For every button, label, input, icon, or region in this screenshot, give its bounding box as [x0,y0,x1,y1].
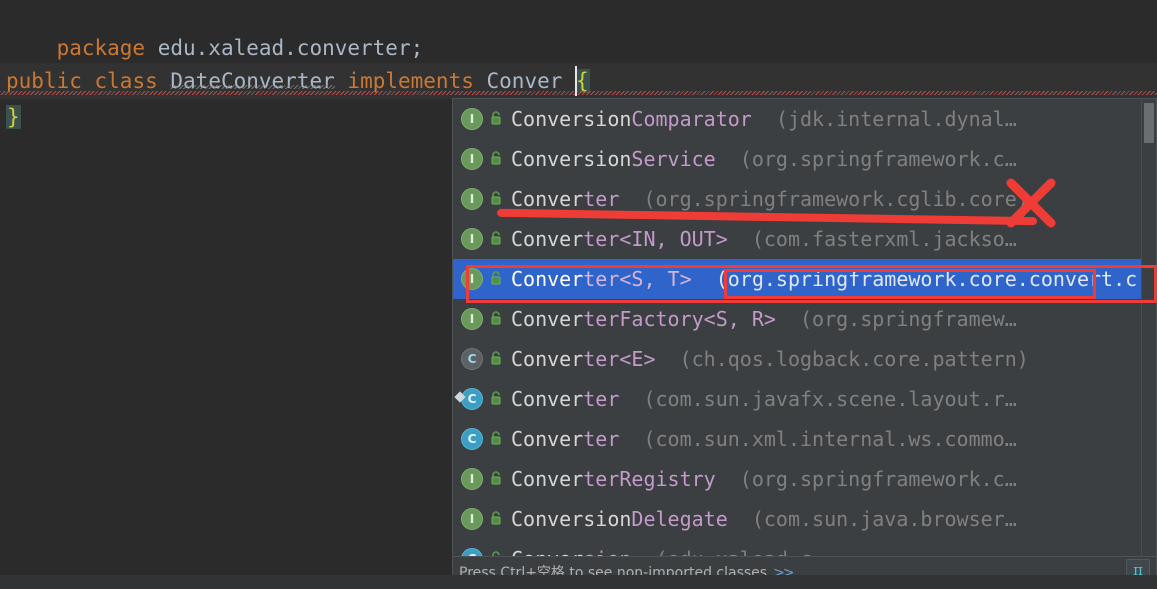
access-lock-icon [489,511,503,526]
keyword-class: class [94,69,158,93]
interface-icon: I [461,107,483,130]
class-name-dateconverter: DateConverter [170,69,335,93]
completion-item-matched-prefix: Conversion [511,147,632,171]
class-icon: C [461,547,483,556]
completion-item-name: ter [583,187,620,211]
close-brace: } [6,105,21,129]
completion-item-name: ter<E> [583,347,656,371]
completion-item[interactable]: I Converter<S, T> (org.springframework.co… [453,259,1156,299]
access-lock-icon [489,471,503,486]
completion-item-name: sion [583,547,631,556]
code-completion-popup[interactable]: I ConversionComparator (jdk.internal.dyna… [452,98,1157,589]
completion-item-package: (org.springframework.core.convert.c [715,267,1138,291]
completion-item[interactable]: I ConversionDelegate (com.sun.java.browse… [453,499,1156,539]
completion-item-matched-prefix: Conver [511,187,584,211]
keyword-public: public [6,69,82,93]
completion-item-matched-prefix: Conver [511,307,584,331]
completion-item-name: Comparator [631,107,752,131]
completion-item-matched-prefix: Conver [511,467,584,491]
interface-icon: I [461,147,483,170]
error-squiggle-icon [170,85,335,89]
completion-item-matched-prefix: Conver [511,427,584,451]
completion-item-name: ter<S, T> [583,267,692,291]
code-line-class-declaration: public class DateConverter implements Co… [0,63,1157,99]
completion-item-package: (com.fasterxml.jackso… [751,227,1017,251]
completion-item-package: (jdk.internal.dynal… [775,107,1017,131]
completion-item-name: terFactory<S, R> [583,307,776,331]
completion-item-package: (org.springframework.c… [739,147,1017,171]
completion-scrollbar[interactable] [1141,99,1156,556]
error-squiggle-red-icon [0,91,1157,95]
keyword-implements: implements [0,69,1157,95]
code-line-package: package edu.xalead.converter; [0,0,1157,60]
interface-icon: I [461,507,483,530]
access-lock-icon [489,231,503,246]
completion-item-name: Service [631,147,716,171]
access-lock-icon [489,351,503,366]
completion-item-matched-prefix: Conver [511,387,584,411]
interface-icon: I [461,267,483,290]
completion-item[interactable]: C Conversion (edu.xalead.c… [453,539,1156,556]
completion-item-package: (com.sun.java.browser… [751,507,1017,531]
completion-item-name: ter [583,387,620,411]
completion-item[interactable]: I ConversionService (org.springframework.… [453,139,1156,179]
completion-item-name: Delegate [631,507,728,531]
completion-item[interactable]: I ConverterFactory<S, R> (org.springframe… [453,299,1156,339]
completion-item-package: (org.springframework.c… [739,467,1017,491]
access-lock-icon [489,271,503,286]
text-caret [575,66,577,96]
completion-list[interactable]: I ConversionComparator (jdk.internal.dyna… [453,99,1156,556]
completion-item-package: (org.springframew… [800,307,1017,331]
completion-item-matched-prefix: Conver [511,227,584,251]
interface-icon: I [461,307,483,330]
completion-item[interactable]: C Converter (com.sun.xml.internal.ws.comm… [453,419,1156,459]
completion-item[interactable]: I ConverterRegistry (org.springframework.… [453,459,1156,499]
window-bottom-strip [0,575,1157,589]
completion-item-matched-prefix: Conversion [511,507,632,531]
scrollbar-thumb[interactable] [1144,103,1154,143]
completion-item[interactable]: I Converter<IN, OUT> (com.fasterxml.jacks… [453,219,1156,259]
class-icon-fx: C [461,387,483,410]
completion-item[interactable]: C Converter<E> (ch.qos.logback.core.patte… [453,339,1156,379]
completion-item[interactable]: I ConversionComparator (jdk.internal.dyna… [453,99,1156,139]
access-lock-icon [489,431,503,446]
access-lock-icon [489,391,503,406]
completion-item-name: ter [583,427,620,451]
class-icon: C [461,347,483,370]
completion-item[interactable]: C Converter (com.sun.javafx.scene.layout.… [453,379,1156,419]
completion-item[interactable]: I Converter (org.springframework.cglib.co… [453,179,1156,219]
interface-icon: I [461,227,483,250]
completion-item-package: (com.sun.javafx.scene.layout.r… [643,387,1017,411]
access-lock-icon [489,191,503,206]
interface-icon: I [461,187,483,210]
completion-item-matched-prefix: Conver [511,347,584,371]
interface-icon: I [461,467,483,490]
completion-item-package: (com.sun.xml.internal.ws.commo… [643,427,1017,451]
access-lock-icon [489,311,503,326]
access-lock-icon [489,111,503,126]
open-brace: { [575,69,590,93]
typed-completion-text: Conver [486,69,563,93]
completion-item-package: (org.springframework.cglib.core) [643,187,1029,211]
completion-item-matched-prefix: Conversion [511,107,632,131]
completion-item-package: (edu.xalead.c… [656,547,825,556]
class-icon: C [461,427,483,450]
completion-item-name: terRegistry [583,467,716,491]
completion-item-package: (ch.qos.logback.core.pattern) [679,347,1029,371]
completion-item-name: ter<IN, OUT> [583,227,728,251]
completion-item-matched-prefix: Conver [511,547,583,556]
access-lock-icon [489,151,503,166]
completion-item-matched-prefix: Conver [511,267,584,291]
